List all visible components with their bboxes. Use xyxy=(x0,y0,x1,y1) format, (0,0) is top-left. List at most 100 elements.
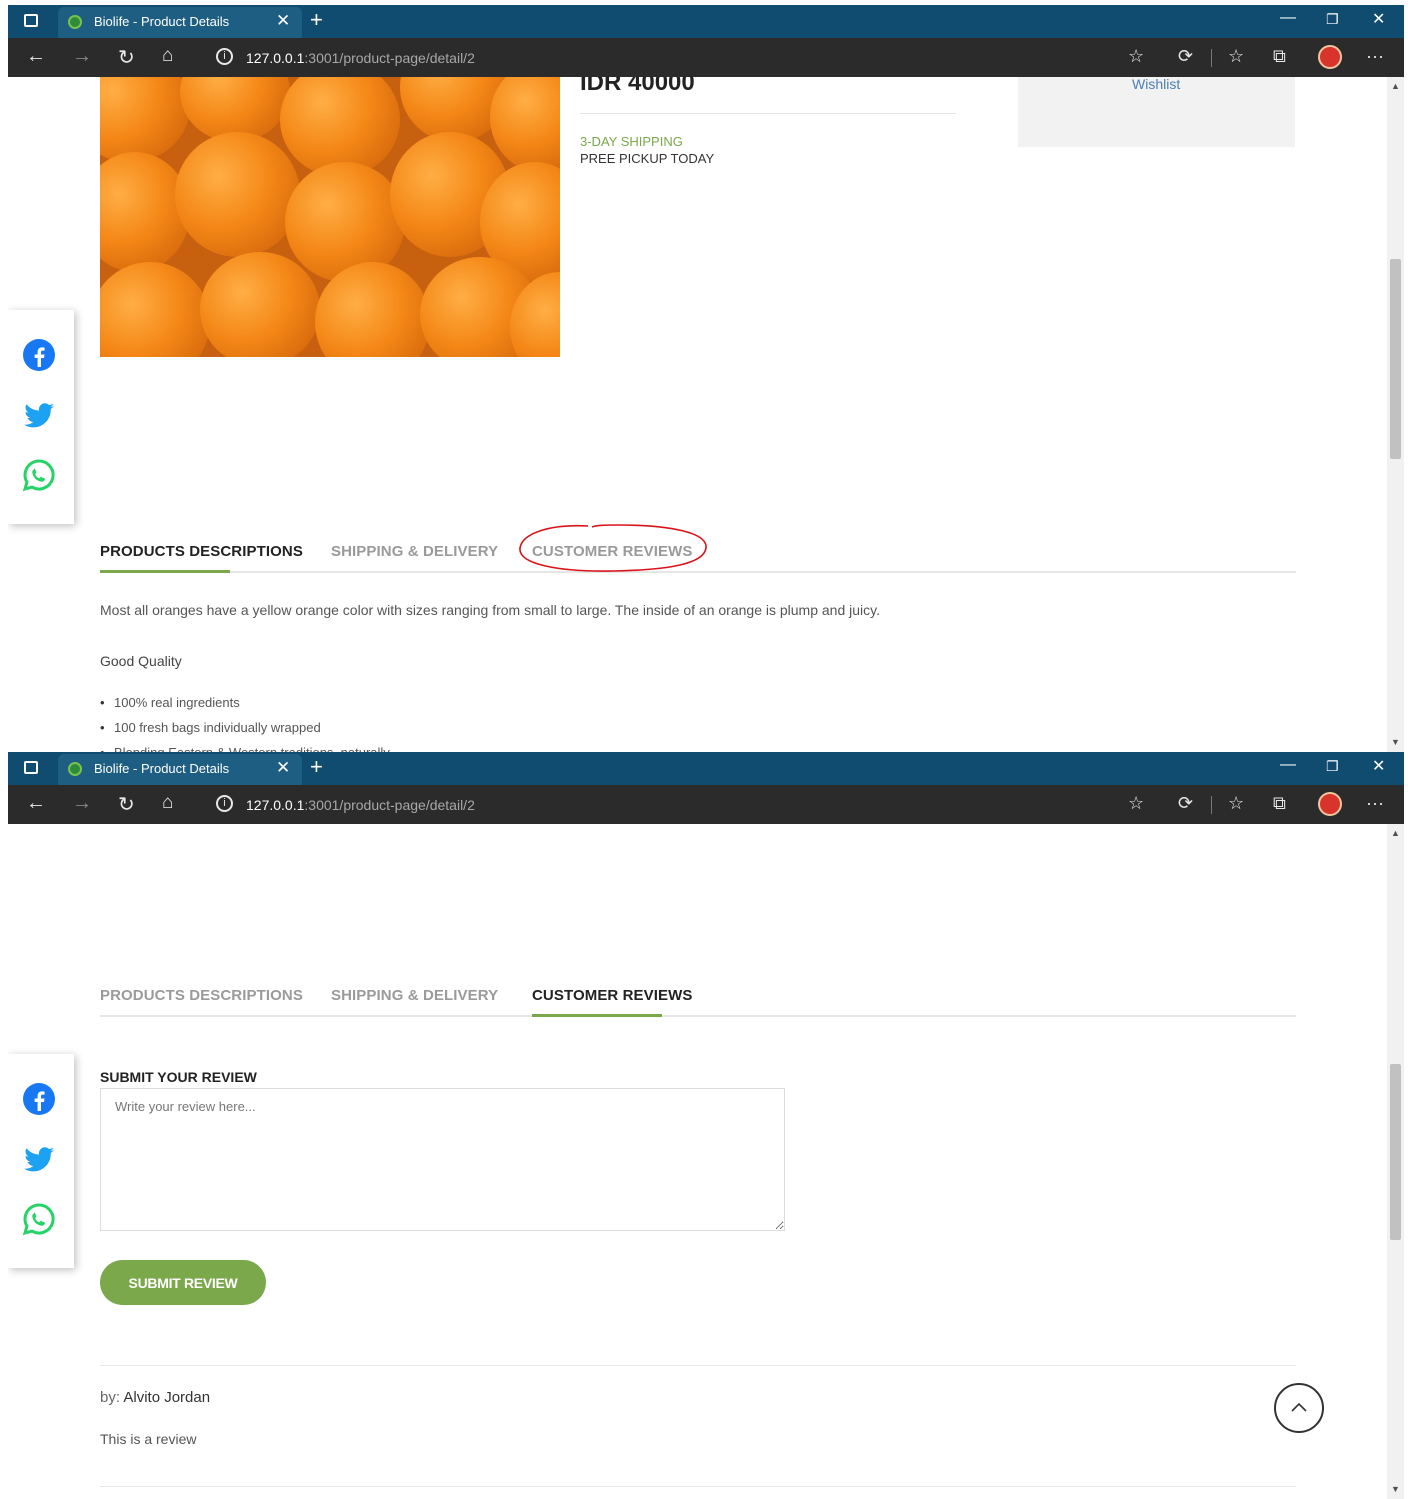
review-divider xyxy=(100,1486,1296,1487)
product-price: IDR 40000 xyxy=(580,77,695,96)
minimize-icon[interactable]: — xyxy=(1280,756,1296,774)
quality-heading: Good Quality xyxy=(100,653,182,669)
collections-icon[interactable]: ⧉ xyxy=(1273,46,1286,67)
facebook-icon[interactable] xyxy=(22,1082,56,1116)
annotation-circle xyxy=(519,524,707,572)
address-bar: ← → ↻ ⌂ i 127.0.0.1:3001/product-page/de… xyxy=(8,785,1404,824)
page-scrollbar[interactable]: ▲ ▼ xyxy=(1387,77,1404,752)
browser-tab[interactable]: Biolife - Product Details ✕ xyxy=(58,7,302,38)
review-author: Alvito Jordan xyxy=(123,1389,211,1406)
forward-icon[interactable]: → xyxy=(72,792,92,815)
close-tab-icon[interactable]: ✕ xyxy=(276,758,290,778)
chevron-up-icon xyxy=(1291,1402,1307,1412)
scroll-down-icon[interactable]: ▼ xyxy=(1391,737,1400,747)
product-tabs: PRODUCTS DESCRIPTIONS SHIPPING & DELIVER… xyxy=(100,983,1296,1017)
url-field[interactable]: i 127.0.0.1:3001/product-page/detail/2 xyxy=(204,789,1158,821)
refresh-icon[interactable]: ↻ xyxy=(118,792,135,817)
favicon-icon xyxy=(68,15,82,29)
minimize-icon[interactable]: — xyxy=(1280,9,1296,27)
page-viewport: PRODUCTS DESCRIPTIONS SHIPPING & DELIVER… xyxy=(8,824,1387,1499)
pickup-info: PREE PICKUP TODAY xyxy=(580,151,715,166)
review-form-heading: SUBMIT YOUR REVIEW xyxy=(100,1069,257,1085)
refresh-icon[interactable]: ↻ xyxy=(118,45,135,70)
active-tab-indicator xyxy=(532,1014,662,1017)
scroll-thumb[interactable] xyxy=(1390,259,1401,459)
shipping-info: 3-DAY SHIPPING xyxy=(580,134,683,149)
tab-shipping-delivery[interactable]: SHIPPING & DELIVERY xyxy=(331,543,498,560)
toolbar-separator xyxy=(1211,796,1212,814)
site-info-icon[interactable]: i xyxy=(216,795,233,812)
whatsapp-icon[interactable] xyxy=(22,1202,56,1236)
wishlist-link[interactable]: Wishlist xyxy=(1132,77,1180,92)
url-text: 127.0.0.1:3001/product-page/detail/2 xyxy=(246,50,475,66)
restore-icon[interactable]: ❐ xyxy=(1326,11,1339,28)
tab-products-descriptions[interactable]: PRODUCTS DESCRIPTIONS xyxy=(100,987,303,1004)
browser-window-reviews-tab: Biolife - Product Details ✕ + — ❐ ✕ ← → … xyxy=(8,752,1404,1499)
active-tab-indicator xyxy=(100,570,230,573)
url-text: 127.0.0.1:3001/product-page/detail/2 xyxy=(246,797,475,813)
whatsapp-icon[interactable] xyxy=(22,458,56,492)
home-icon[interactable]: ⌂ xyxy=(162,45,173,67)
title-bar: Biolife - Product Details ✕ + — ❐ ✕ xyxy=(8,752,1404,785)
page-viewport: IDR 40000 3-DAY SHIPPING PREE PICKUP TOD… xyxy=(8,77,1387,752)
share-panel xyxy=(8,310,74,524)
scroll-up-icon[interactable]: ▲ xyxy=(1391,828,1400,838)
twitter-icon[interactable] xyxy=(22,1142,56,1176)
tab-shipping-delivery[interactable]: SHIPPING & DELIVERY xyxy=(331,987,498,1004)
feature-list: 100% real ingredients 100 fresh bags ind… xyxy=(100,694,390,752)
review-divider xyxy=(100,1365,1296,1366)
scroll-up-icon[interactable]: ▲ xyxy=(1391,81,1400,91)
new-tab-icon[interactable]: + xyxy=(310,7,323,33)
new-tab-icon[interactable]: + xyxy=(310,754,323,780)
favorites-icon[interactable]: ☆ xyxy=(1228,793,1244,814)
tab-products-descriptions[interactable]: PRODUCTS DESCRIPTIONS xyxy=(100,543,303,560)
tab-title: Biolife - Product Details xyxy=(94,14,230,29)
price-divider xyxy=(580,113,956,114)
extensions-icon[interactable]: ⟳ xyxy=(1178,46,1193,67)
scroll-thumb[interactable] xyxy=(1390,1064,1401,1240)
facebook-icon[interactable] xyxy=(22,338,56,372)
close-tab-icon[interactable]: ✕ xyxy=(276,11,290,31)
tab-actions-icon[interactable] xyxy=(24,14,38,27)
url-field[interactable]: i 127.0.0.1:3001/product-page/detail/2 xyxy=(204,42,1158,74)
review-byline: by: Alvito Jordan xyxy=(100,1389,211,1406)
list-item: 100 fresh bags individually wrapped xyxy=(100,719,390,744)
wishlist-panel: Wishlist xyxy=(1018,77,1295,147)
close-window-icon[interactable]: ✕ xyxy=(1372,9,1385,29)
profile-avatar[interactable] xyxy=(1318,45,1342,69)
tab-customer-reviews[interactable]: CUSTOMER REVIEWS xyxy=(532,987,693,1004)
toolbar-separator xyxy=(1211,49,1212,67)
favorites-icon[interactable]: ☆ xyxy=(1228,46,1244,67)
more-menu-icon[interactable]: ··· xyxy=(1366,793,1384,814)
back-to-top-button[interactable] xyxy=(1274,1383,1324,1433)
extensions-icon[interactable]: ⟳ xyxy=(1178,793,1193,814)
tab-title: Biolife - Product Details xyxy=(94,761,230,776)
review-textarea[interactable] xyxy=(100,1088,785,1231)
review-text: This is a review xyxy=(100,1431,197,1447)
favicon-icon xyxy=(68,762,82,776)
back-icon[interactable]: ← xyxy=(26,45,46,68)
list-item: Blending Eastern & Western traditions, n… xyxy=(100,744,390,752)
add-favorite-icon[interactable]: ☆ xyxy=(1128,793,1144,814)
profile-avatar[interactable] xyxy=(1318,792,1342,816)
list-item: 100% real ingredients xyxy=(100,694,390,719)
back-icon[interactable]: ← xyxy=(26,792,46,815)
forward-icon[interactable]: → xyxy=(72,45,92,68)
restore-icon[interactable]: ❐ xyxy=(1326,758,1339,775)
title-bar: Biolife - Product Details ✕ + — ❐ ✕ xyxy=(8,5,1404,38)
scroll-down-icon[interactable]: ▼ xyxy=(1391,1484,1400,1494)
add-favorite-icon[interactable]: ☆ xyxy=(1128,46,1144,67)
collections-icon[interactable]: ⧉ xyxy=(1273,793,1286,814)
tab-actions-icon[interactable] xyxy=(24,761,38,774)
product-image xyxy=(100,77,560,357)
home-icon[interactable]: ⌂ xyxy=(162,792,173,814)
page-scrollbar[interactable]: ▲ ▼ xyxy=(1387,824,1404,1499)
twitter-icon[interactable] xyxy=(22,398,56,432)
browser-tab[interactable]: Biolife - Product Details ✕ xyxy=(58,754,302,785)
close-window-icon[interactable]: ✕ xyxy=(1372,756,1385,776)
product-description: Most all oranges have a yellow orange co… xyxy=(100,602,880,618)
submit-review-button[interactable]: SUBMIT REVIEW xyxy=(100,1260,266,1305)
more-menu-icon[interactable]: ··· xyxy=(1366,46,1384,67)
address-bar: ← → ↻ ⌂ i 127.0.0.1:3001/product-page/de… xyxy=(8,38,1404,77)
site-info-icon[interactable]: i xyxy=(216,48,233,65)
